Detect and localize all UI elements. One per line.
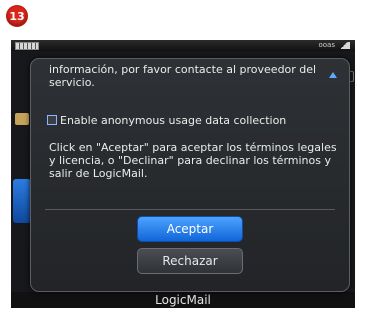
dialog-separator xyxy=(45,209,335,210)
battery-icon xyxy=(15,42,39,50)
usage-data-checkbox-label: Enable anonymous usage data collection xyxy=(60,113,287,127)
license-dialog: información, por favor contacte al prove… xyxy=(30,58,350,292)
app-icon xyxy=(13,179,31,223)
scroll-up-icon[interactable] xyxy=(329,72,337,78)
carrier-label: ooas xyxy=(318,41,335,49)
usage-data-checkbox[interactable] xyxy=(47,115,57,125)
accept-button[interactable]: Aceptar xyxy=(137,216,243,242)
app-title: LogicMail xyxy=(11,292,355,308)
status-bar: ooas xyxy=(11,40,355,51)
reject-button[interactable]: Rechazar xyxy=(137,248,243,274)
step-number-badge: 13 xyxy=(7,6,27,26)
usage-data-checkbox-row[interactable]: Enable anonymous usage data collection xyxy=(47,112,286,128)
dialog-body-text: Click en "Aceptar" para aceptar los térm… xyxy=(49,141,337,180)
signal-strength-icon xyxy=(338,42,350,49)
folder-icon xyxy=(15,113,29,125)
dialog-intro-text: información, por favor contacte al prove… xyxy=(49,63,317,89)
